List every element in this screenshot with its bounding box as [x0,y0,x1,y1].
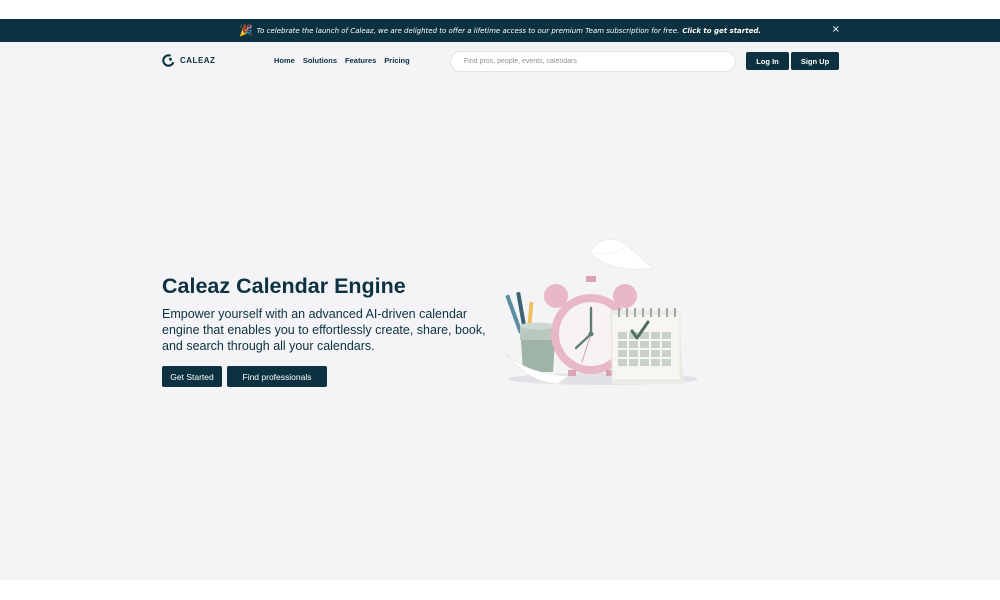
find-professionals-button[interactable]: Find professionals [227,366,327,387]
logo[interactable]: CALEAZ [162,54,215,67]
calendar-illustration [505,239,698,385]
announcement-text: To celebrate the launch of Caleaz, we ar… [256,26,680,35]
logo-icon [162,54,175,67]
signup-button[interactable]: Sign Up [791,52,839,70]
search-input[interactable] [450,51,736,72]
announcement-bar[interactable]: 🎉 To celebrate the launch of Caleaz, we … [0,19,1000,42]
nav-pricing[interactable]: Pricing [384,56,409,65]
logo-text: CALEAZ [180,56,216,65]
main-page: CALEAZ Home Solutions Features Pricing L… [0,42,1000,580]
announcement-link[interactable]: Click to get started. [682,27,761,35]
hero-title: Caleaz Calendar Engine [162,274,406,298]
hero-description: Empower yourself with an advanced AI-dri… [162,307,486,353]
page-bottom-margin [0,580,1000,600]
get-started-button[interactable]: Get Started [162,366,222,387]
close-icon[interactable]: × [832,24,840,35]
nav-home[interactable]: Home [274,56,295,65]
party-popper-icon: 🎉 [239,24,253,37]
nav-solutions[interactable]: Solutions [303,56,337,65]
top-navigation: CALEAZ Home Solutions Features Pricing L… [162,51,839,72]
nav-features[interactable]: Features [345,56,376,65]
nav-menu: Home Solutions Features Pricing [274,56,418,65]
login-button[interactable]: Log In [746,52,789,70]
